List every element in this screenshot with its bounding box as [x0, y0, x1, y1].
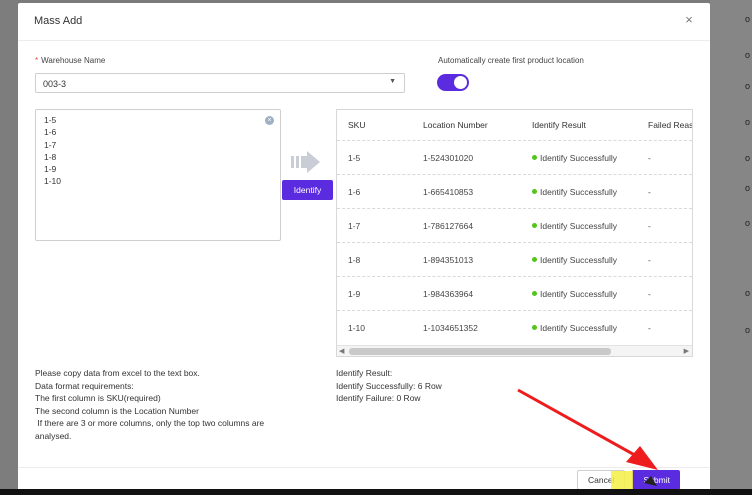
background-overlay-left [0, 0, 18, 495]
result-cell: Identify Successfully [532, 187, 617, 197]
table-row: 1-8 1-894351013 Identify Successfully - [337, 242, 692, 276]
reason-cell: - [648, 289, 651, 299]
warehouse-select-value: 003-3 [43, 79, 67, 89]
reason-cell: - [648, 221, 651, 231]
table-row: 1-7 1-786127664 Identify Successfully - [337, 208, 692, 242]
sku-paste-textarea[interactable]: 1-5 1-6 1-7 1-8 1-9 1-10 × [35, 109, 281, 241]
reason-cell: - [648, 187, 651, 197]
success-dot-icon [532, 189, 537, 194]
result-text: Identify Successfully [540, 221, 618, 231]
table-row: 1-6 1-665410853 Identify Successfully - [337, 174, 692, 208]
background-text-fragment: o [745, 325, 751, 335]
cursor-highlight [611, 471, 633, 491]
location-cell: 1-665410853 [423, 187, 474, 197]
textarea-line: 1-10 [44, 176, 62, 187]
reason-cell: - [648, 323, 651, 333]
success-dot-icon [532, 223, 537, 228]
textarea-line: 1-8 [44, 151, 57, 162]
textarea-line: 1-6 [44, 127, 57, 138]
location-cell: 1-1034651352 [423, 323, 478, 333]
scroll-left-icon[interactable]: ◀ [339, 346, 344, 356]
table-row: 1-10 1-1034651352 Identify Successfully … [337, 310, 692, 344]
sku-cell: 1-9 [348, 289, 361, 299]
horizontal-scrollbar[interactable]: ◀ ▶ [337, 345, 692, 356]
reason-cell: - [648, 255, 651, 265]
table-row: 1-9 1-984363964 Identify Successfully - [337, 276, 692, 310]
location-cell: 1-524301020 [423, 153, 474, 163]
instruction-line: Please copy data from excel to the text … [35, 368, 200, 378]
paste-instructions: Please copy data from excel to the text … [35, 367, 295, 442]
background-text-fragment: o [745, 288, 751, 298]
scroll-right-icon[interactable]: ▶ [684, 346, 689, 356]
column-header-location: Location Number [423, 120, 488, 130]
background-text-fragment: o [745, 81, 751, 91]
toggle-knob [454, 76, 467, 89]
column-header-sku: SKU [348, 120, 366, 130]
dialog-header: Mass Add × [18, 3, 710, 41]
dialog-title: Mass Add [34, 15, 83, 27]
submit-button[interactable]: Submit [632, 470, 680, 490]
auto-location-label: Automatically create first product locat… [438, 56, 584, 65]
location-cell: 1-894351013 [423, 255, 474, 265]
identify-failure-count: Identify Failure: 0 Row [336, 393, 421, 403]
warehouse-name-label: * Warehouse Name [35, 56, 105, 65]
success-dot-icon [532, 291, 537, 296]
sku-cell: 1-5 [348, 153, 361, 163]
clear-icon[interactable]: × [265, 116, 274, 125]
chevron-down-icon: ▼ [389, 78, 396, 85]
result-cell: Identify Successfully [532, 221, 617, 231]
success-dot-icon [532, 257, 537, 262]
scrollbar-thumb[interactable] [349, 348, 611, 355]
screen-bottom-bar [0, 489, 752, 495]
result-cell: Identify Successfully [532, 289, 617, 299]
instruction-line: The first column is SKU(required) [35, 393, 161, 403]
sku-cell: 1-8 [348, 255, 361, 265]
identify-result-table: SKU Location Number Identify Result Fail… [336, 109, 693, 357]
identify-success-count: Identify Successfully: 6 Row [336, 380, 442, 391]
required-asterisk: * [35, 56, 39, 65]
warehouse-select[interactable]: 003-3 ▼ [35, 73, 405, 93]
background-overlay-right: o o o o o o o o o [710, 0, 752, 495]
sku-cell: 1-10 [348, 323, 366, 333]
identify-summary-title: Identify Result: [336, 368, 393, 378]
mass-add-dialog: Mass Add × * Warehouse Name 003-3 ▼ Autom… [18, 3, 710, 495]
table-header: SKU Location Number Identify Result Fail… [337, 110, 692, 140]
result-text: Identify Successfully [540, 187, 618, 197]
reason-cell: - [648, 153, 651, 163]
instruction-line: If there are 3 or more columns, only the… [35, 418, 267, 441]
textarea-line: 1-7 [44, 139, 57, 150]
table-row: 1-5 1-524301020 Identify Successfully - [337, 140, 692, 174]
auto-location-toggle[interactable] [437, 74, 469, 91]
sku-cell: 1-7 [348, 221, 361, 231]
warehouse-name-label-text: Warehouse Name [41, 56, 106, 65]
instruction-line: The second column is the Location Number [35, 405, 199, 416]
result-text: Identify Successfully [540, 255, 618, 265]
result-text: Identify Successfully [540, 289, 618, 299]
background-text-fragment: o [745, 183, 751, 193]
close-icon[interactable]: × [682, 13, 696, 27]
result-cell: Identify Successfully [532, 153, 617, 163]
result-text: Identify Successfully [540, 323, 618, 333]
background-text-fragment: o [745, 218, 751, 228]
result-cell: Identify Successfully [532, 255, 617, 265]
identify-button[interactable]: Identify [282, 180, 333, 200]
column-header-result: Identify Result [532, 120, 586, 130]
identify-summary: Identify Result: Identify Successfully: … [336, 367, 442, 405]
background-text-fragment: o [745, 50, 751, 60]
background-text-fragment: o [745, 117, 751, 127]
success-dot-icon [532, 325, 537, 330]
sku-cell: 1-6 [348, 187, 361, 197]
success-dot-icon [532, 155, 537, 160]
result-text: Identify Successfully [540, 153, 618, 163]
background-text-fragment: o [745, 153, 751, 163]
location-cell: 1-786127664 [423, 221, 474, 231]
location-cell: 1-984363964 [423, 289, 474, 299]
textarea-line: 1-9 [44, 164, 57, 175]
textarea-line: 1-5 [44, 115, 57, 125]
instruction-line: Data format requirements: [35, 380, 134, 391]
background-text-fragment: o [745, 14, 751, 24]
column-header-failed-reason: Failed Reas [648, 120, 693, 130]
result-cell: Identify Successfully [532, 323, 617, 333]
double-arrow-right-icon [291, 151, 320, 173]
